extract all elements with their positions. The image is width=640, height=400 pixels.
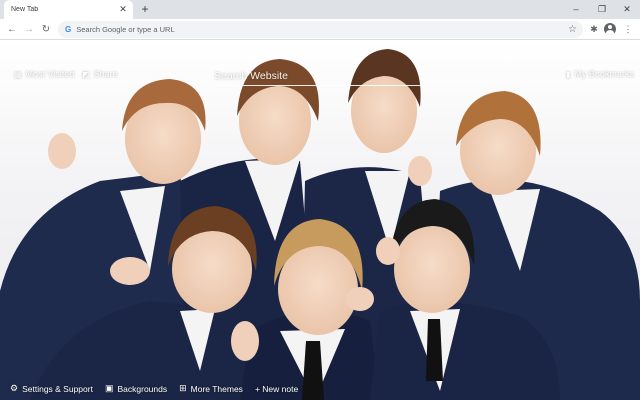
gear-icon: ⚙	[10, 383, 19, 393]
share-label: Share	[93, 69, 118, 79]
more-themes-label: More Themes	[190, 383, 243, 394]
toolbar: ← → ↻ G Search Google or type a URL ☆ ✱ …	[0, 19, 640, 40]
my-bookmarks-link[interactable]: ▮ My Bookmarks	[566, 69, 634, 79]
windows-icon: ⊞	[179, 383, 187, 393]
reload-icon[interactable]: ↻	[39, 22, 53, 36]
new-note-label: + New note	[254, 383, 299, 394]
minimize-button[interactable]: –	[566, 2, 586, 16]
new-note-link[interactable]: + New note	[255, 384, 298, 394]
back-icon[interactable]: ←	[5, 22, 19, 36]
bookmark-icon: ▮	[566, 69, 571, 79]
google-icon: G	[65, 25, 72, 34]
tab-new-tab[interactable]: New Tab ✕	[4, 0, 133, 19]
star-icon[interactable]: ☆	[568, 24, 577, 35]
bottom-bar: ⚙ Settings & Support ▣ Backgrounds ⊞ Mor…	[0, 377, 640, 400]
forward-icon[interactable]: →	[22, 22, 36, 36]
settings-label: Settings & Support	[22, 383, 93, 394]
close-window-button[interactable]: ✕	[617, 2, 637, 16]
my-bookmarks-label: My Bookmarks	[574, 69, 634, 79]
grid-icon: ▦	[14, 69, 22, 79]
address-bar[interactable]: G Search Google or type a URL ☆	[58, 21, 583, 38]
menu-icon[interactable]: ⋮	[621, 22, 635, 36]
most-visited-label: Most Visited	[25, 69, 75, 79]
new-tab-button[interactable]: +	[138, 2, 152, 16]
settings-support-link[interactable]: ⚙ Settings & Support	[10, 383, 93, 394]
tab-strip: New Tab ✕ + – ❐ ✕	[0, 0, 640, 19]
share-icon: ◩	[82, 69, 90, 79]
restore-button[interactable]: ❐	[592, 2, 612, 16]
tab-title: New Tab	[11, 6, 39, 13]
profile-avatar[interactable]	[604, 23, 616, 35]
address-placeholder: Search Google or type a URL	[76, 25, 175, 34]
new-tab-page: ▦ Most Visited ◩ Share ▮ My Bookmarks ⚙ …	[0, 41, 640, 400]
backgrounds-label: Backgrounds	[117, 383, 168, 394]
wallpaper-photo	[0, 49, 640, 400]
extensions-icon[interactable]: ✱	[587, 22, 601, 36]
image-icon: ▣	[104, 383, 114, 393]
website-search	[214, 66, 424, 86]
most-visited-link[interactable]: ▦ Most Visited	[14, 69, 74, 79]
website-search-input[interactable]	[214, 67, 424, 85]
backgrounds-link[interactable]: ▣ Backgrounds	[105, 383, 167, 394]
close-icon[interactable]: ✕	[117, 4, 129, 16]
more-themes-link[interactable]: ⊞ More Themes	[179, 383, 243, 394]
share-link[interactable]: ◩ Share	[82, 69, 118, 79]
